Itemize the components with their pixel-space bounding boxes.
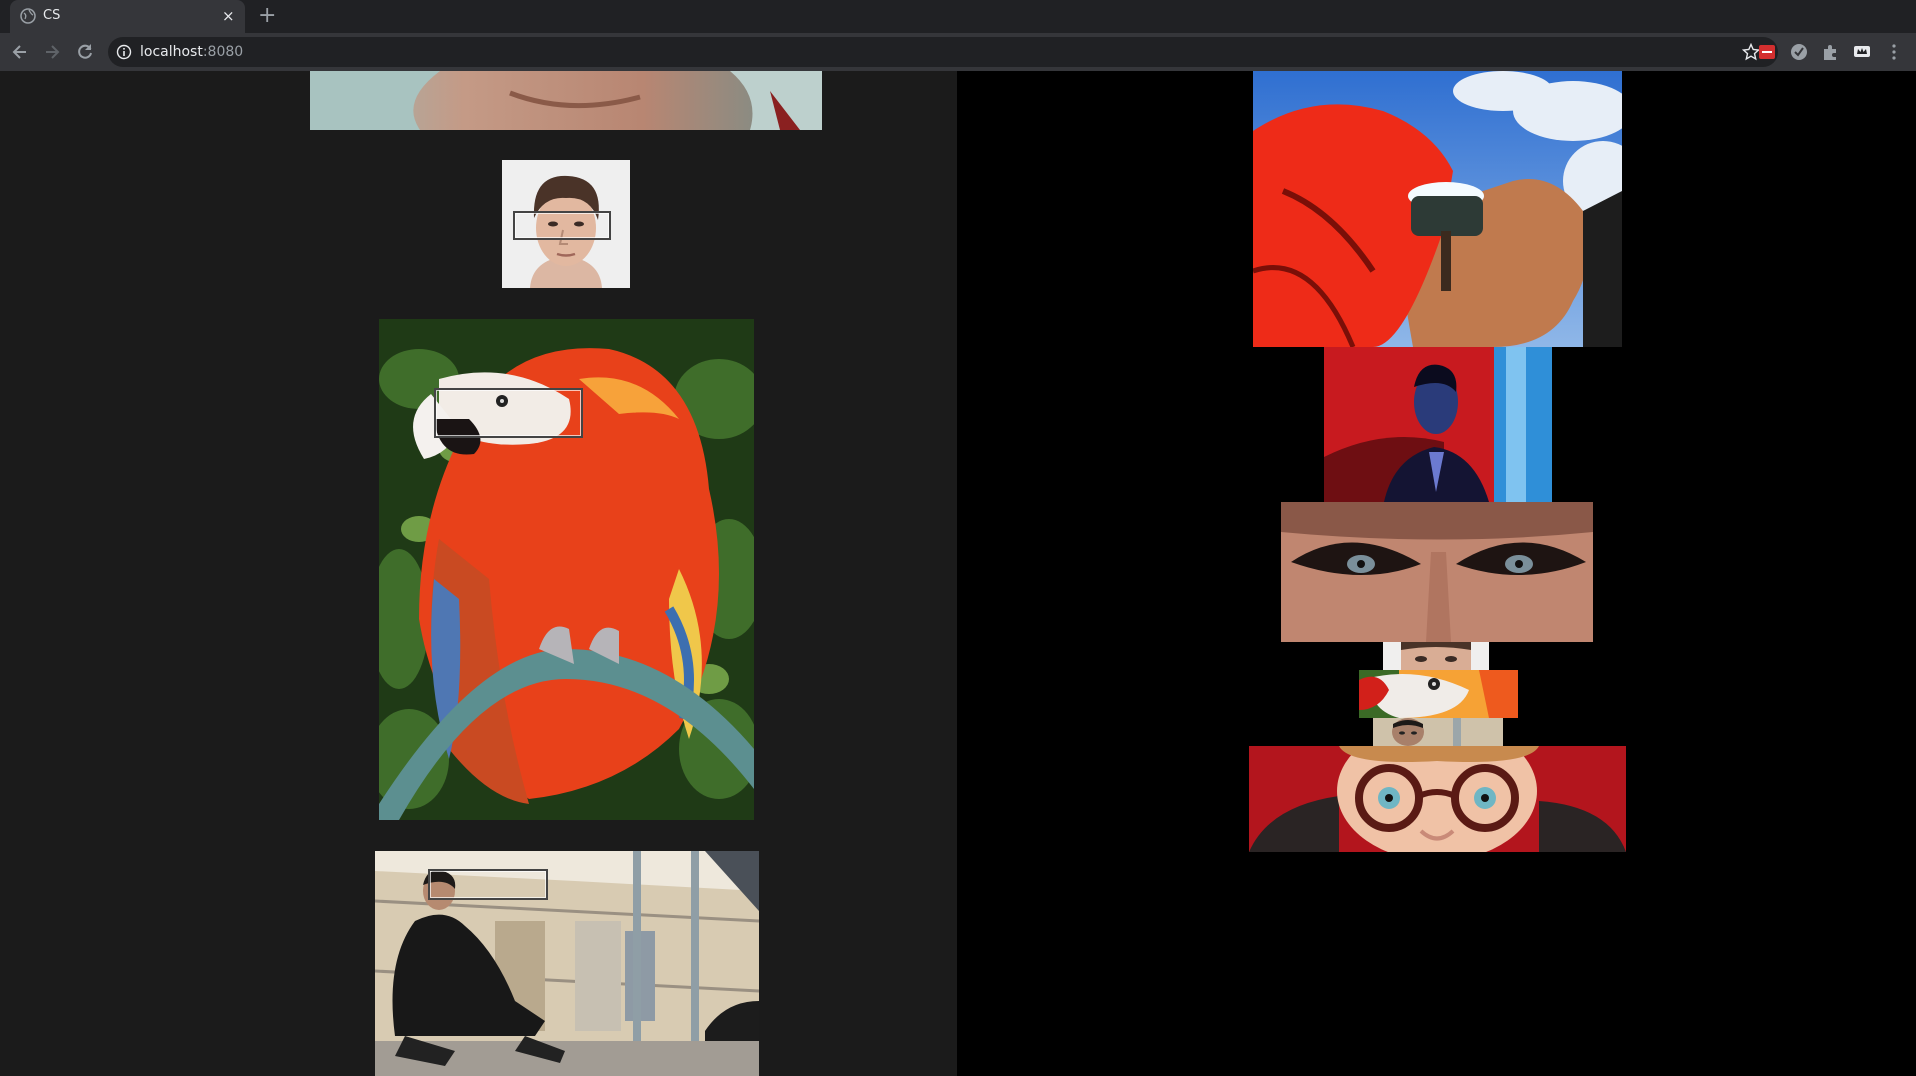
address-bar[interactable]: localhost:8080 [108,37,1778,67]
detection-box [434,388,583,438]
browser-toolbar: localhost:8080 [0,33,1916,72]
close-icon[interactable]: × [222,6,235,26]
eyes-closeup [1281,502,1593,642]
puzzle-icon[interactable] [1820,42,1840,62]
forward-arrow-icon[interactable] [42,42,62,62]
info-icon[interactable] [116,44,132,60]
extension-circle-icon[interactable] [1789,42,1809,62]
result-images-column [957,71,1916,1076]
tab-strip: CS × + [0,0,1916,33]
cropped-face-top [310,71,822,130]
detection-box [428,869,548,900]
scarlet-macaw [379,319,754,820]
url-port: :8080 [202,44,244,60]
man-sitting-motel [375,851,759,1076]
source-images-column [0,71,957,1076]
crop-macaw-eye [1359,670,1518,718]
globe-icon [20,8,36,24]
tab-title: CS [43,8,61,23]
crop-man-portrait-eyes [1383,642,1489,670]
extension-red-icon[interactable] [1757,42,1777,62]
kebab-menu-icon[interactable] [1884,42,1904,62]
back-arrow-icon[interactable] [10,42,30,62]
url-host: localhost [140,44,203,60]
reload-icon[interactable] [75,42,95,62]
man-red-room [1324,347,1552,502]
extension-crown-icon[interactable] [1852,42,1872,62]
url-text: localhost:8080 [140,44,243,60]
crop-sitting-man-eyes [1373,718,1503,746]
anime-eye-patch [1253,71,1622,347]
detection-box [513,211,611,240]
man-portrait [502,160,630,288]
boy-red-glasses [1249,746,1626,852]
browser-tab[interactable]: CS × [10,0,245,33]
plus-icon[interactable]: + [258,3,276,29]
